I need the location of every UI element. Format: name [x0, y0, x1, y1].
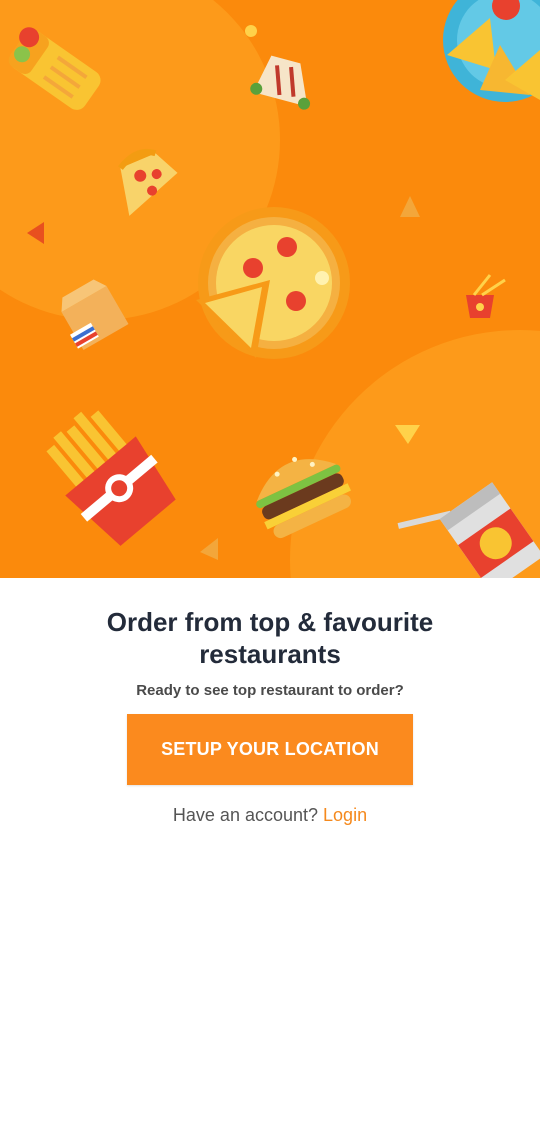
account-prompt-text: Have an account? [172, 805, 319, 825]
login-link[interactable]: Login [323, 805, 367, 825]
noodle-box-icon [466, 274, 506, 318]
onboarding-title: Order from top & favourite restaurants [106, 607, 434, 669]
dot-icon [245, 25, 257, 37]
setup-location-button[interactable]: SETUP YOUR LOCATION [127, 714, 413, 785]
nachos-plate-icon [443, 0, 540, 102]
food-pattern-illustration [0, 0, 540, 578]
fries-icon [46, 410, 176, 546]
triangle-icon [200, 538, 218, 560]
hero-illustration [0, 0, 540, 578]
triangle-icon [400, 196, 420, 217]
onboarding-subtitle: Ready to see top restaurant to order? [136, 682, 404, 699]
login-prompt: Have an account? Login [0, 805, 540, 826]
